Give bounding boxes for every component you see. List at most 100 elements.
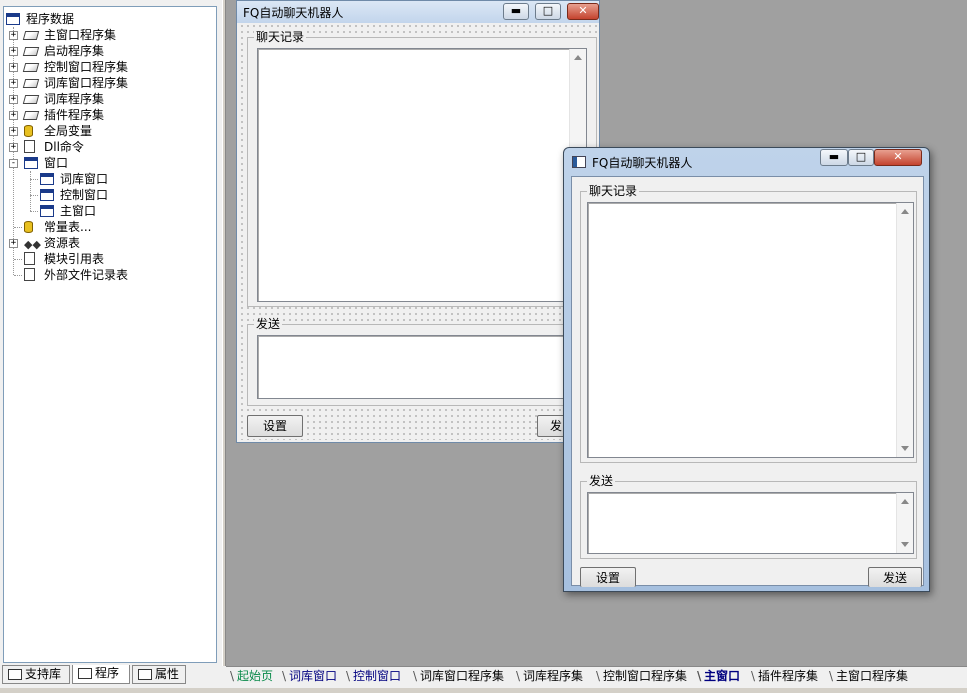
editor-tab[interactable]: 主窗口程序集 [829, 667, 908, 687]
tree-item[interactable]: + 主窗口程序集 [4, 27, 209, 43]
tree-item[interactable]: + 词库程序集 [4, 91, 209, 107]
tree-item-label: 资源表 [44, 236, 81, 250]
app-icon [572, 156, 586, 168]
tree-item[interactable]: 外部文件记录表 [4, 267, 209, 283]
editor-tab[interactable]: 控制窗口 [346, 667, 401, 687]
preview-maximize-icon[interactable]: □ [848, 149, 874, 166]
preview-scroll-down-icon[interactable] [901, 446, 909, 451]
tree-root-label: 程序数据 [26, 12, 75, 26]
tree-item[interactable]: 词库窗口 [4, 171, 209, 187]
expand-icon[interactable]: + [9, 95, 18, 104]
preview-close-icon[interactable]: ✕ [874, 149, 922, 166]
tree-item-label: 常量表... [44, 220, 92, 234]
editor-tab[interactable]: 词库窗口程序集 [413, 667, 504, 687]
send-group-label: 发送 [254, 317, 283, 331]
tree-item[interactable]: + ◆◆ 资源表 [4, 235, 209, 251]
expand-icon[interactable]: + [9, 239, 18, 248]
editor-tab[interactable]: 词库程序集 [516, 667, 583, 687]
minimize-icon[interactable]: ▬ [503, 3, 529, 20]
tree-item[interactable]: 控制窗口 [4, 187, 209, 203]
expand-icon[interactable]: + [9, 47, 18, 56]
program-tree[interactable]: 程序数据 + 主窗口程序集 + 启动程序集 + 控制窗口程序集 + 词库窗口程序集 + 词库程序集… [3, 6, 217, 663]
tree-item-label: 控制窗口 [60, 188, 109, 202]
tab-support-library[interactable]: 支持库 [2, 665, 70, 684]
preview-chat-scrollbar[interactable] [896, 203, 913, 457]
preview-window[interactable]: FQ自动聊天机器人 ▬ □ ✕ 聊天记录 发送 设置 发送 [563, 147, 930, 592]
module-icon [24, 252, 35, 265]
send-groupbox[interactable]: 发送 [247, 317, 597, 406]
tree-item[interactable]: 主窗口 [4, 203, 209, 219]
maximize-icon[interactable]: □ [535, 3, 561, 20]
expand-icon[interactable]: + [9, 31, 18, 40]
tab-program-label: 程序 [95, 666, 120, 680]
tree-child-guide [30, 171, 31, 211]
program-icon [78, 668, 92, 679]
library-icon [8, 669, 22, 680]
expand-icon[interactable]: + [9, 111, 18, 120]
tree-item[interactable]: + Dll命令 [4, 139, 209, 155]
scroll-up-icon[interactable] [574, 55, 582, 60]
editor-tab[interactable]: 控制窗口程序集 [596, 667, 687, 687]
file-icon [24, 268, 35, 281]
tree-item-label: 插件程序集 [44, 108, 105, 122]
tree-item[interactable]: + 控制窗口程序集 [4, 59, 209, 75]
tree-item[interactable]: + 插件程序集 [4, 107, 209, 123]
preview-client-area: 聊天记录 发送 设置 发送 [571, 176, 924, 587]
design-form-window[interactable]: FQ自动聊天机器人 ▬ □ ✕ 聊天记录 发送 设置 发 [236, 0, 600, 443]
left-panel-tabs: 支持库 程序 属性 [0, 664, 222, 686]
chat-log-textarea[interactable] [257, 48, 587, 302]
tree-item[interactable]: + 全局变量 [4, 123, 209, 139]
tree-item-label: 模块引用表 [44, 252, 105, 266]
settings-button[interactable]: 设置 [247, 415, 303, 437]
tree-connector [30, 179, 38, 180]
resource-icon: ◆◆ [24, 238, 41, 251]
tab-properties[interactable]: 属性 [132, 665, 186, 684]
book-icon [22, 31, 40, 40]
tree-root[interactable]: 程序数据 [6, 11, 206, 27]
preview-settings-button[interactable]: 设置 [580, 567, 636, 587]
preview-chat-log-textarea[interactable] [587, 202, 914, 458]
preview-minimize-icon[interactable]: ▬ [820, 149, 848, 166]
tree-item-label: 词库窗口程序集 [44, 76, 129, 90]
design-form-titlebar[interactable]: FQ自动聊天机器人 ▬ □ ✕ [237, 1, 599, 23]
editor-tab[interactable]: 插件程序集 [751, 667, 818, 687]
window-icon [24, 157, 38, 169]
close-icon[interactable]: ✕ [567, 3, 599, 20]
preview-send-button[interactable]: 发送 [868, 567, 922, 587]
design-form-title: FQ自动聊天机器人 [243, 6, 344, 20]
tree-item[interactable]: + 词库窗口程序集 [4, 75, 209, 91]
preview-send-scrollbar[interactable] [896, 493, 913, 553]
book-icon [22, 95, 40, 104]
preview-scroll-up-icon[interactable] [901, 209, 909, 214]
send-textarea[interactable] [257, 335, 587, 399]
tree-item[interactable]: 模块引用表 [4, 251, 209, 267]
preview-send-scroll-up-icon[interactable] [901, 499, 909, 504]
preview-send-scroll-down-icon[interactable] [901, 542, 909, 547]
tree-item[interactable]: + 启动程序集 [4, 43, 209, 59]
editor-tab[interactable]: 起始页 [230, 667, 273, 687]
expand-icon[interactable]: + [9, 143, 18, 152]
constants-icon [24, 221, 33, 233]
tree-connector [30, 211, 38, 212]
tree-item-label: 控制窗口程序集 [44, 60, 129, 74]
tab-program[interactable]: 程序 [72, 665, 130, 684]
preview-send-textarea[interactable] [587, 492, 914, 554]
tree-item[interactable]: 常量表... [4, 219, 209, 235]
editor-tab[interactable]: 词库窗口 [282, 667, 337, 687]
preview-window-title: FQ自动聊天机器人 [592, 156, 693, 170]
dll-icon [24, 140, 35, 153]
expand-icon[interactable]: + [9, 63, 18, 72]
tree-item[interactable]: - 窗口 [4, 155, 209, 171]
book-icon [22, 47, 40, 56]
window-icon [40, 189, 54, 201]
tree-item-label: 主窗口程序集 [44, 28, 117, 42]
expand-icon[interactable]: + [9, 127, 18, 136]
chat-groupbox[interactable]: 聊天记录 [247, 30, 597, 307]
status-strip [0, 688, 967, 693]
collapse-icon[interactable]: - [9, 159, 18, 168]
chat-group-label: 聊天记录 [254, 30, 307, 44]
editor-tab[interactable]: 主窗口 [697, 667, 740, 687]
expand-icon[interactable]: + [9, 79, 18, 88]
tab-properties-label: 属性 [155, 667, 180, 681]
book-icon [22, 79, 40, 88]
